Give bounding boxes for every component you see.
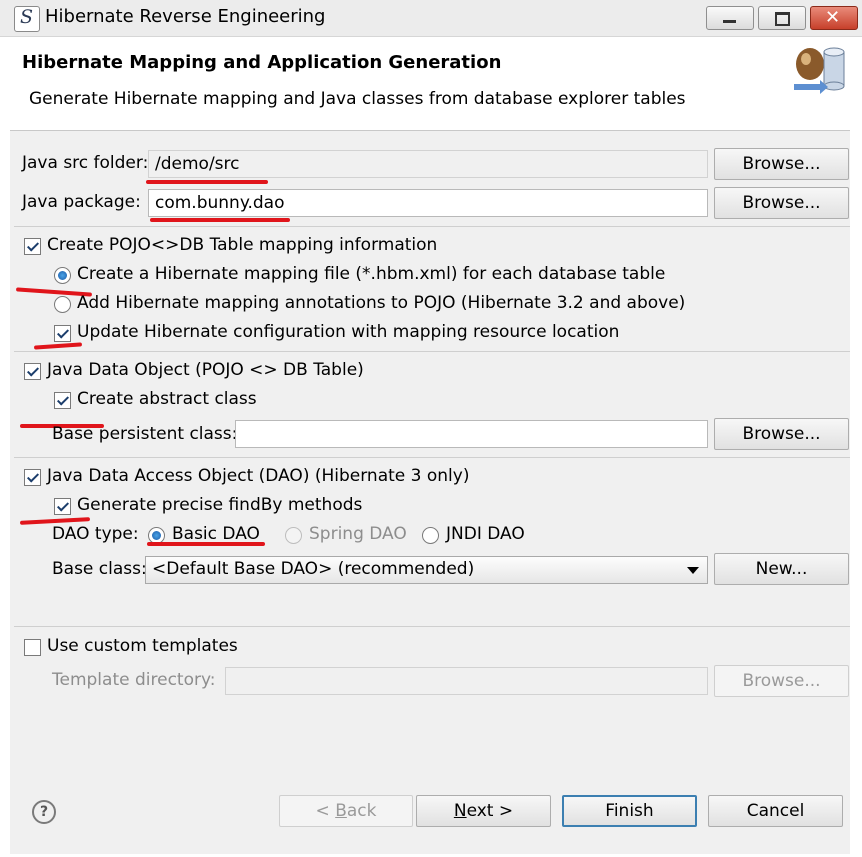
base-persistent-browse-button[interactable]: Browse...	[714, 418, 849, 450]
custom-templates-checkbox[interactable]	[24, 639, 41, 656]
database-mapping-icon	[794, 47, 845, 94]
spring-dao-radio[interactable]	[285, 527, 302, 544]
annotations-label: Add Hibernate mapping annotations to POJ…	[77, 293, 686, 313]
new-base-class-button[interactable]: New...	[714, 553, 849, 585]
maximize-icon	[775, 12, 790, 26]
findby-label: Generate precise findBy methods	[77, 495, 363, 515]
package-browse-button[interactable]: Browse...	[714, 187, 849, 219]
template-directory-field[interactable]	[225, 667, 708, 695]
findby-checkbox[interactable]	[54, 498, 71, 515]
abstract-class-label: Create abstract class	[77, 389, 257, 409]
minimize-icon	[723, 20, 736, 23]
src-folder-browse-button[interactable]: Browse...	[714, 148, 849, 180]
cancel-button[interactable]: Cancel	[708, 795, 843, 827]
next-button[interactable]: Next >	[416, 795, 551, 827]
src-folder-field[interactable]: /demo/src	[148, 150, 708, 178]
window-title: Hibernate Reverse Engineering	[45, 6, 326, 27]
update-config-checkbox[interactable]	[54, 325, 71, 342]
package-label: Java package:	[22, 192, 141, 212]
red-annotation-underline	[146, 180, 268, 184]
finish-button[interactable]: Finish	[562, 795, 697, 827]
separator	[14, 351, 850, 352]
dao-checkbox[interactable]	[24, 469, 41, 486]
create-mapping-label: Create POJO<>DB Table mapping informatio…	[47, 235, 438, 255]
base-class-label: Base class:	[52, 559, 147, 579]
update-config-label: Update Hibernate configuration with mapp…	[77, 322, 620, 342]
spring-dao-label: Spring DAO	[309, 524, 407, 544]
template-directory-label: Template directory:	[52, 670, 216, 690]
src-folder-label: Java src folder:	[22, 153, 149, 173]
page-title: Hibernate Mapping and Application Genera…	[22, 52, 502, 73]
hbm-file-label: Create a Hibernate mapping file (*.hbm.x…	[77, 264, 666, 284]
app-icon: S	[14, 6, 40, 32]
dropdown-arrow-icon	[687, 567, 699, 574]
hbm-file-radio[interactable]	[54, 267, 71, 284]
annotations-radio[interactable]	[54, 296, 71, 313]
separator	[14, 226, 850, 227]
dao-type-label: DAO type:	[52, 524, 139, 544]
create-mapping-checkbox[interactable]	[24, 238, 41, 255]
red-annotation-underline	[147, 542, 265, 546]
minimize-button[interactable]	[706, 6, 754, 30]
separator	[14, 626, 850, 627]
jndi-dao-label: JNDI DAO	[446, 524, 525, 544]
red-annotation-underline	[150, 218, 290, 222]
separator	[14, 457, 850, 458]
custom-templates-label: Use custom templates	[47, 636, 238, 656]
pojo-label: Java Data Object (POJO <> DB Table)	[47, 360, 364, 380]
base-class-dropdown[interactable]: <Default Base DAO> (recommended)	[145, 556, 708, 584]
abstract-class-checkbox[interactable]	[54, 392, 71, 409]
template-browse-button[interactable]: Browse...	[714, 665, 849, 697]
base-persistent-label: Base persistent class:	[52, 424, 238, 444]
close-button[interactable]: ✕	[810, 6, 858, 30]
pojo-checkbox[interactable]	[24, 363, 41, 380]
jndi-dao-radio[interactable]	[422, 527, 439, 544]
back-button[interactable]: < Back	[279, 795, 413, 827]
dao-label: Java Data Access Object (DAO) (Hibernate…	[47, 466, 470, 486]
page-description: Generate Hibernate mapping and Java clas…	[29, 89, 686, 109]
basic-dao-label: Basic DAO	[172, 524, 260, 544]
close-icon: ✕	[825, 7, 841, 28]
maximize-button[interactable]	[758, 6, 806, 30]
package-field[interactable]: com.bunny.dao	[148, 189, 708, 217]
base-persistent-field[interactable]	[235, 420, 708, 448]
base-class-value: <Default Base DAO> (recommended)	[152, 559, 475, 579]
help-icon[interactable]: ?	[32, 800, 56, 824]
